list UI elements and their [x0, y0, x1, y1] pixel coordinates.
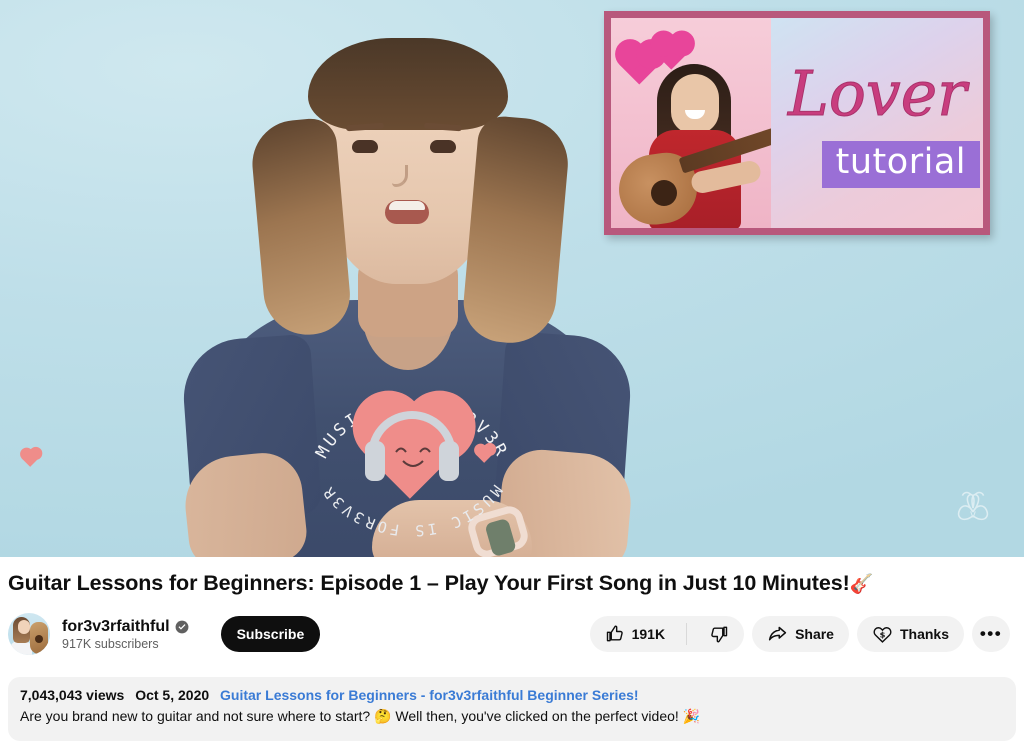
- page-title: Guitar Lessons for Beginners: Episode 1 …: [0, 557, 1024, 596]
- thanks-button[interactable]: $ Thanks: [856, 616, 964, 652]
- video-player[interactable]: MUSIC IS FOR3V3R MUSIC IS FOR3V3R: [0, 0, 1024, 557]
- tutorial-badge-label: tutorial: [835, 142, 966, 182]
- channel-name-block: for3v3rfaithful 917K subscribers: [62, 618, 189, 651]
- mini-heart-left-icon: [21, 449, 40, 467]
- guitar-emoji-icon: 🎸: [849, 573, 874, 595]
- description-meta-line: 7,043,043 views Oct 5, 2020 Guitar Lesso…: [20, 687, 1004, 703]
- overlay-guitar-soundhole: [651, 180, 677, 206]
- publish-date: Oct 5, 2020: [135, 687, 210, 703]
- owner-actions-row: for3v3rfaithful 917K subscribers Subscri…: [0, 596, 1024, 662]
- channel-owner-block[interactable]: for3v3rfaithful 917K subscribers: [8, 613, 189, 655]
- like-dislike-group: 191K: [589, 616, 745, 652]
- video-title-text: Guitar Lessons for Beginners: Episode 1 …: [8, 571, 850, 595]
- like-count: 191K: [631, 626, 666, 642]
- avatar-guitar: [30, 622, 48, 654]
- subject-fringe: [308, 38, 508, 130]
- overlay-face: [671, 74, 719, 134]
- avatar-face: [18, 620, 30, 634]
- verified-badge-icon: [175, 620, 188, 633]
- overlay-right-panel: Lover tutorial: [770, 18, 983, 228]
- like-button[interactable]: 191K: [590, 616, 679, 652]
- subscribe-button[interactable]: Subscribe: [220, 616, 321, 652]
- subject-eye-left: [352, 140, 378, 153]
- heart-headphones-logo: [363, 401, 461, 499]
- thumbs-down-icon: [711, 626, 728, 643]
- action-buttons-group: 191K Share $ Thanks •••: [589, 616, 1018, 652]
- description-part-1: Are you brand new to guitar and not sure…: [20, 708, 375, 724]
- thanks-label: Thanks: [899, 626, 949, 642]
- view-count: 7,043,043 views: [20, 687, 125, 703]
- butterfly-watermark-icon: v: [957, 491, 989, 521]
- share-label: Share: [795, 626, 834, 642]
- headphone-cup-right: [439, 441, 459, 481]
- overlay-guitarist: [614, 58, 771, 228]
- description-text: Are you brand new to guitar and not sure…: [20, 708, 1004, 725]
- share-arrow-icon: [768, 626, 787, 640]
- overlay-card-inner: Lover tutorial: [611, 18, 983, 228]
- avatar-body: [10, 641, 32, 655]
- description-hashtag-link[interactable]: Guitar Lessons for Beginners - for3v3rfa…: [220, 687, 639, 703]
- dislike-button[interactable]: [694, 616, 744, 652]
- subject-eye-right: [430, 140, 456, 153]
- lover-script-text: Lover: [786, 58, 970, 131]
- avatar[interactable]: [8, 613, 50, 655]
- action-divider: [686, 623, 688, 645]
- subject-mouth: [385, 200, 429, 224]
- tutorial-badge: tutorial: [821, 141, 980, 188]
- lover-title: Lover: [787, 58, 970, 130]
- video-meta-section: Guitar Lessons for Beginners: Episode 1 …: [0, 557, 1024, 662]
- party-popper-emoji-icon: 🎉: [682, 709, 701, 725]
- youtube-watch-page: MUSIC IS FOR3V3R MUSIC IS FOR3V3R: [0, 0, 1024, 741]
- share-button[interactable]: Share: [752, 616, 849, 652]
- subject-hair-right: [460, 114, 572, 347]
- headphone-cup-left: [365, 441, 385, 481]
- channel-name[interactable]: for3v3rfaithful: [62, 618, 170, 636]
- svg-text:v: v: [970, 509, 976, 521]
- description-box[interactable]: 7,043,043 views Oct 5, 2020 Guitar Lesso…: [8, 677, 1016, 741]
- subscriber-count: 917K subscribers: [62, 636, 159, 651]
- video-frame: MUSIC IS FOR3V3R MUSIC IS FOR3V3R: [0, 0, 1024, 557]
- thinking-face-emoji-icon: 🤔: [374, 709, 392, 725]
- thumbs-up-icon: [606, 625, 623, 642]
- channel-name-line[interactable]: for3v3rfaithful: [62, 618, 189, 636]
- more-actions-button[interactable]: •••: [972, 616, 1010, 652]
- description-part-2: Well then, you've clicked on the perfect…: [391, 708, 683, 724]
- heart-dollar-icon: $: [873, 626, 892, 643]
- svg-text:$: $: [880, 629, 886, 639]
- lover-tutorial-overlay-card[interactable]: Lover tutorial: [604, 11, 990, 235]
- overlay-left-photo: [611, 18, 771, 228]
